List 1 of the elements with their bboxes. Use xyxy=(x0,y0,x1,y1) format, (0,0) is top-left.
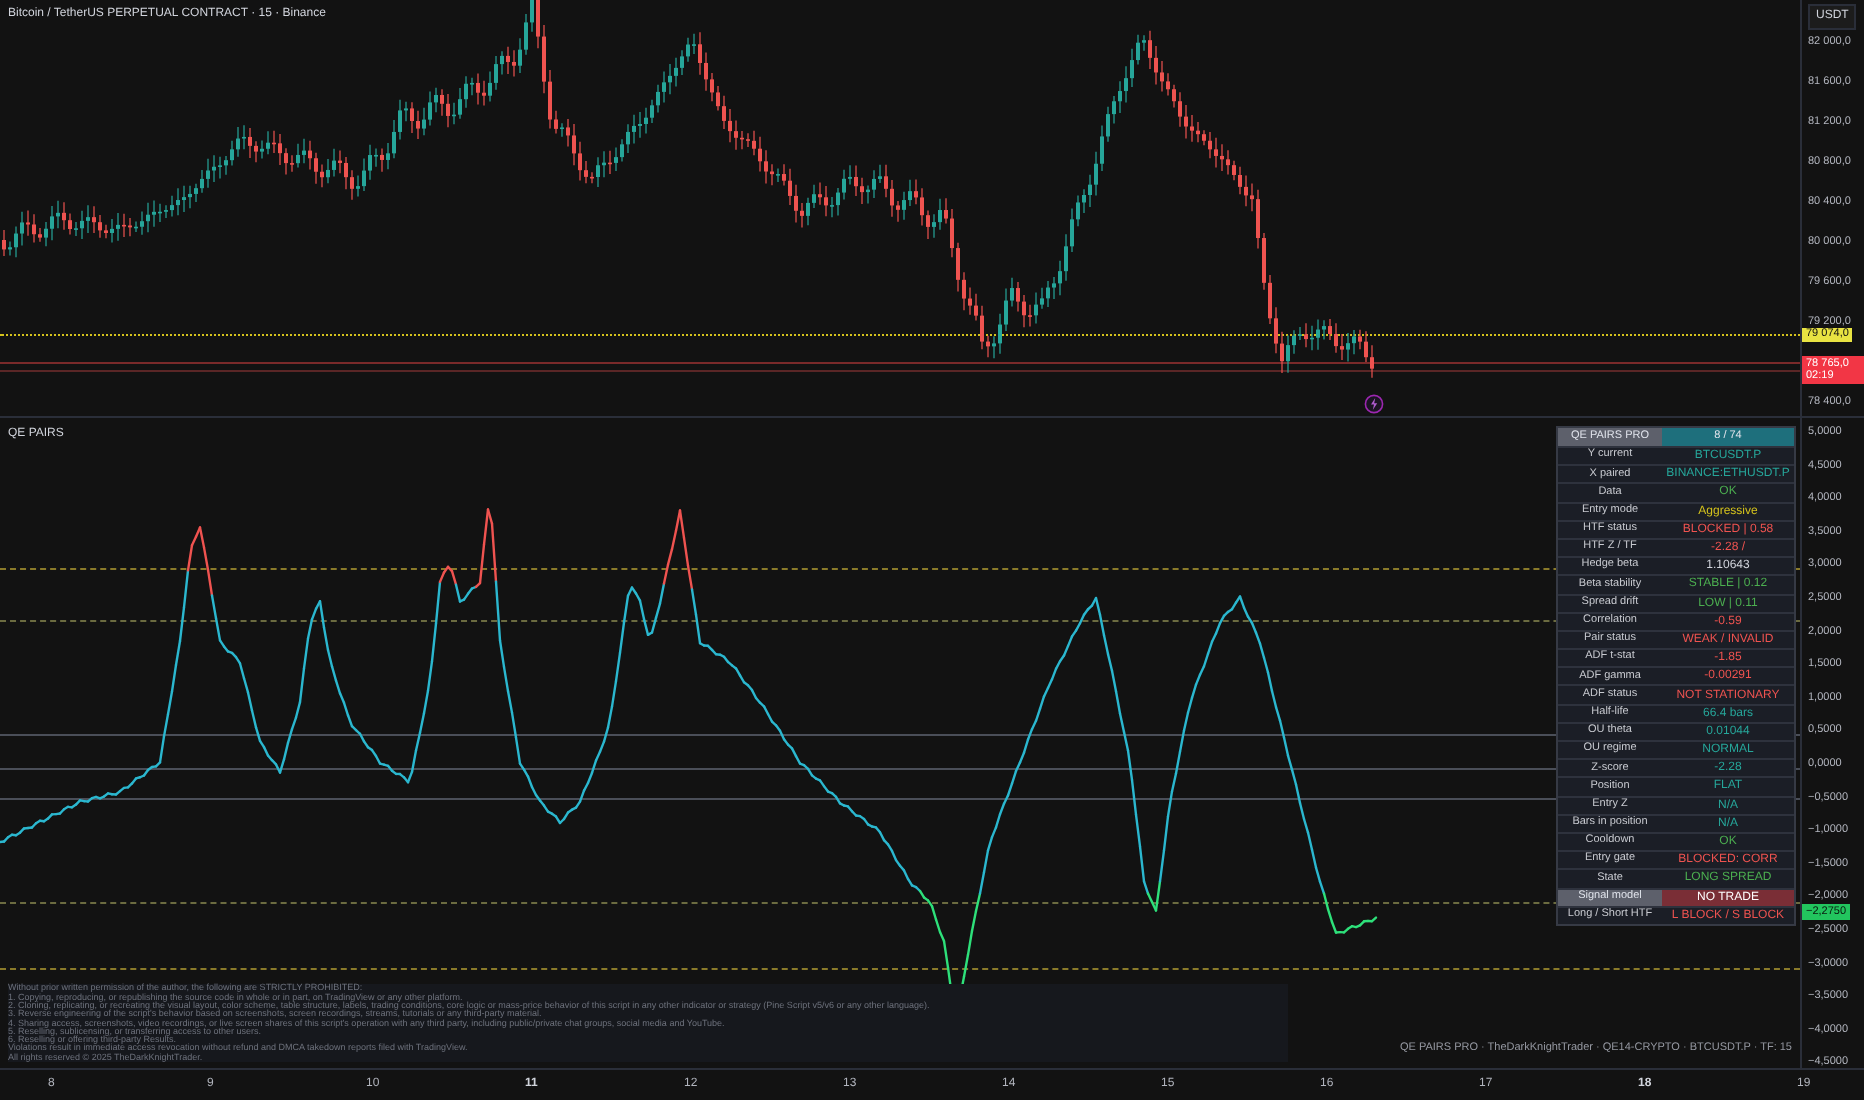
lightning-icon xyxy=(1364,394,1384,414)
